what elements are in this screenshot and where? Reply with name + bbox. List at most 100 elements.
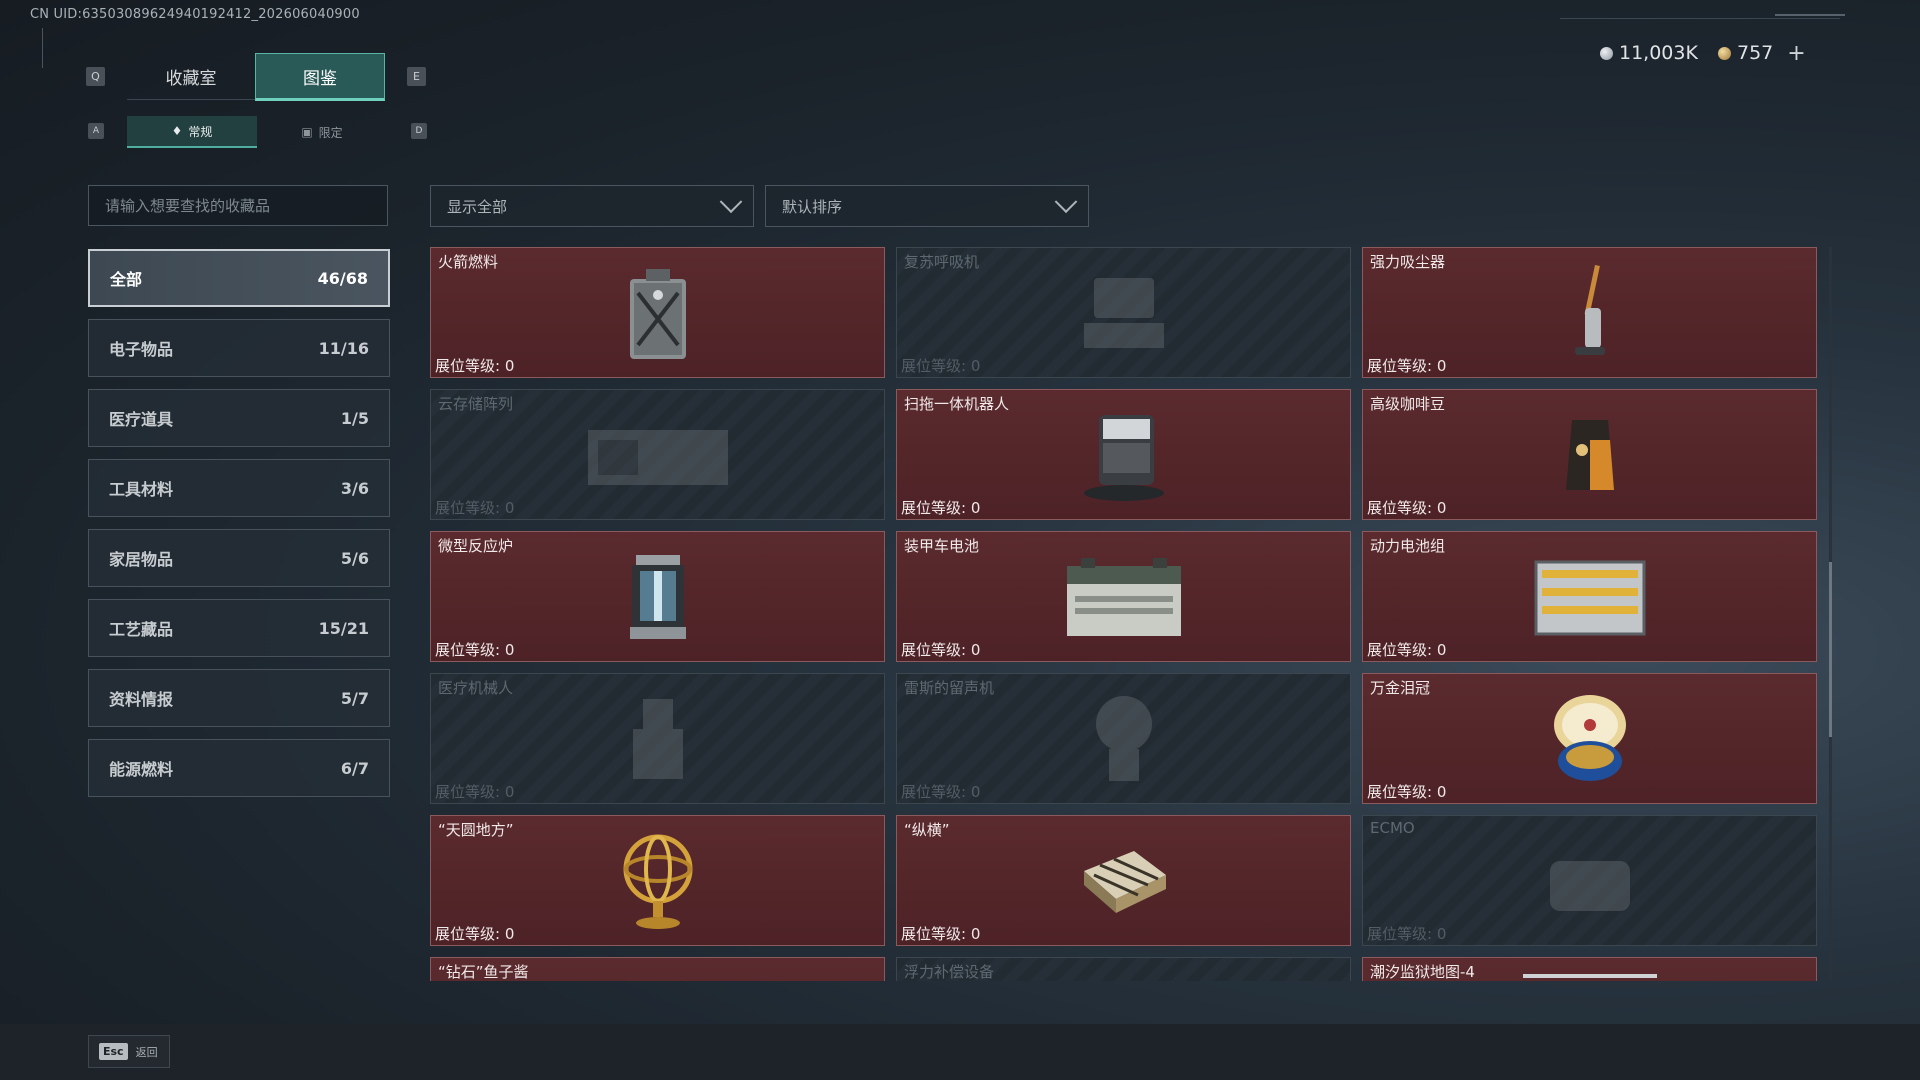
category-household[interactable]: 家居物品 5/6 — [88, 529, 390, 587]
item-level: 展位等级: 0 — [1367, 499, 1447, 517]
medical-robot-icon — [608, 689, 708, 789]
item-name: 浮力补偿设备 — [904, 963, 995, 981]
category-medical[interactable]: 医疗道具 1/5 — [88, 389, 390, 447]
item-level: 展位等级: 0 — [901, 925, 981, 943]
item-grid: 火箭燃料 展位等级: 0 复苏呼吸机 展位等级: 0 强力吸尘器 展位等级: 0… — [430, 247, 1820, 981]
item-card[interactable]: ECMO 展位等级: 0 — [1362, 815, 1817, 946]
category-label: 工具材料 — [109, 480, 174, 499]
subtab-limited[interactable]: ▣ 限定 — [257, 116, 387, 148]
item-name: 强力吸尘器 — [1370, 253, 1446, 271]
item-name: 云存储阵列 — [438, 395, 514, 413]
item-card[interactable]: 强力吸尘器 展位等级: 0 — [1362, 247, 1817, 378]
item-name: 医疗机械人 — [438, 679, 514, 697]
category-count: 5/7 — [340, 688, 369, 708]
item-card[interactable]: “纵横” 展位等级: 0 — [896, 815, 1351, 946]
tab-collection-room[interactable]: 收藏室 — [127, 53, 255, 100]
item-name: 动力电池组 — [1370, 537, 1446, 555]
coffee-bag-icon — [1540, 405, 1640, 505]
item-name: 万金泪冠 — [1370, 679, 1431, 697]
item-name: 扫拖一体机器人 — [904, 395, 1010, 413]
item-name: 火箭燃料 — [438, 253, 499, 271]
category-list: 全部 46/68 电子物品 11/16 医疗道具 1/5 工具材料 3/6 家居… — [88, 249, 390, 809]
gold-currency: 757 + — [1718, 41, 1806, 66]
item-card[interactable]: “天圆地方” 展位等级: 0 — [430, 815, 885, 946]
fuel-can-icon — [608, 263, 708, 363]
item-card[interactable]: 云存储阵列 展位等级: 0 — [430, 389, 885, 520]
item-card[interactable]: 微型反应炉 展位等级: 0 — [430, 531, 885, 662]
item-card[interactable]: 动力电池组 展位等级: 0 — [1362, 531, 1817, 662]
subtab-regular[interactable]: ♦ 常规 — [127, 116, 257, 148]
scrollbar-thumb[interactable] — [1829, 562, 1832, 737]
item-name: “纵横” — [904, 821, 950, 839]
subtab-regular-label: 常规 — [188, 124, 213, 139]
key-e-hint: E — [407, 67, 426, 86]
silver-amount: 11,003K — [1619, 42, 1698, 64]
item-level: 展位等级: 0 — [901, 499, 981, 517]
category-tools[interactable]: 工具材料 3/6 — [88, 459, 390, 517]
map-icon — [1523, 974, 1657, 978]
key-a-hint: A — [88, 123, 104, 139]
armillary-sphere-icon — [608, 831, 708, 931]
back-button[interactable]: Esc 返回 — [88, 1035, 170, 1068]
top-divider-accent — [1775, 14, 1845, 16]
filter-dropdown-value: 显示全部 — [447, 197, 508, 216]
esc-key-icon: Esc — [99, 1043, 128, 1060]
item-card[interactable]: 浮力补偿设备 展位等级: 0 — [896, 957, 1351, 981]
battery-pack-icon — [1525, 547, 1655, 647]
item-card[interactable]: 高级咖啡豆 展位等级: 0 — [1362, 389, 1817, 520]
item-card[interactable]: 万金泪冠 展位等级: 0 — [1362, 673, 1817, 804]
item-card[interactable]: “钻石”鱼子酱 展位等级: 0 — [430, 957, 885, 981]
item-name: “天圆地方” — [438, 821, 514, 839]
top-divider — [1560, 18, 1840, 19]
item-name: 复苏呼吸机 — [904, 253, 980, 271]
search-input[interactable] — [88, 185, 388, 226]
item-grid-viewport: 火箭燃料 展位等级: 0 复苏呼吸机 展位等级: 0 强力吸尘器 展位等级: 0… — [430, 247, 1820, 981]
gold-amount: 757 — [1737, 42, 1774, 64]
tab-catalog[interactable]: 图鉴 — [255, 53, 385, 101]
category-label: 医疗道具 — [109, 410, 174, 429]
item-card[interactable]: 复苏呼吸机 展位等级: 0 — [896, 247, 1351, 378]
item-level: 展位等级: 0 — [1367, 925, 1447, 943]
category-crafts[interactable]: 工艺藏品 15/21 — [88, 599, 390, 657]
item-name: 高级咖啡豆 — [1370, 395, 1446, 413]
sort-dropdown[interactable]: 默认排序 — [765, 185, 1089, 227]
uid-text: CN UID:6350308962494019​2412_20260604090… — [30, 7, 360, 22]
category-energy[interactable]: 能源燃料 6/7 — [88, 739, 390, 797]
jeweled-egg-icon — [1540, 689, 1640, 789]
item-name: 装甲车电池 — [904, 537, 980, 555]
category-label: 资料情报 — [109, 690, 174, 709]
item-card[interactable]: 扫拖一体机器人 展位等级: 0 — [896, 389, 1351, 520]
car-battery-icon — [1054, 547, 1194, 647]
category-count: 11/16 — [318, 338, 369, 358]
storage-array-icon — [583, 405, 733, 505]
category-label: 全部 — [110, 270, 143, 289]
item-card[interactable]: 雷斯的留声机 展位等级: 0 — [896, 673, 1351, 804]
silver-coin-icon — [1600, 46, 1613, 60]
chess-box-icon — [1074, 831, 1174, 931]
reactor-icon — [608, 547, 708, 647]
key-q-hint: Q — [86, 67, 105, 86]
item-card[interactable]: 火箭燃料 展位等级: 0 — [430, 247, 885, 378]
filter-dropdown[interactable]: 显示全部 — [430, 185, 754, 227]
subtab-limited-label: 限定 — [318, 125, 343, 140]
item-card[interactable]: 装甲车电池 展位等级: 0 — [896, 531, 1351, 662]
gold-coin-icon — [1718, 46, 1731, 60]
item-level: 展位等级: 0 — [435, 925, 515, 943]
category-electronics[interactable]: 电子物品 11/16 — [88, 319, 390, 377]
add-currency-button[interactable]: + — [1787, 41, 1805, 66]
category-count: 3/6 — [340, 478, 369, 498]
category-intel[interactable]: 资料情报 5/7 — [88, 669, 390, 727]
item-name: 微型反应炉 — [438, 537, 514, 555]
item-level: 展位等级: 0 — [435, 641, 515, 659]
category-all[interactable]: 全部 46/68 — [88, 249, 390, 307]
item-name: “钻石”鱼子酱 — [438, 963, 529, 981]
flame-icon: ♦ — [171, 124, 183, 138]
item-card[interactable]: 医疗机械人 展位等级: 0 — [430, 673, 885, 804]
image-icon: ▣ — [301, 125, 313, 139]
item-level: 展位等级: 0 — [435, 357, 515, 375]
item-name: 潮汐监狱地图-4 — [1370, 963, 1475, 981]
item-level: 展位等级: 0 — [1367, 357, 1447, 375]
item-card[interactable]: 潮汐监狱地图-4 展位等级: 0 — [1362, 957, 1817, 981]
item-level: 展位等级: 0 — [1367, 641, 1447, 659]
back-label: 返回 — [135, 1045, 158, 1059]
